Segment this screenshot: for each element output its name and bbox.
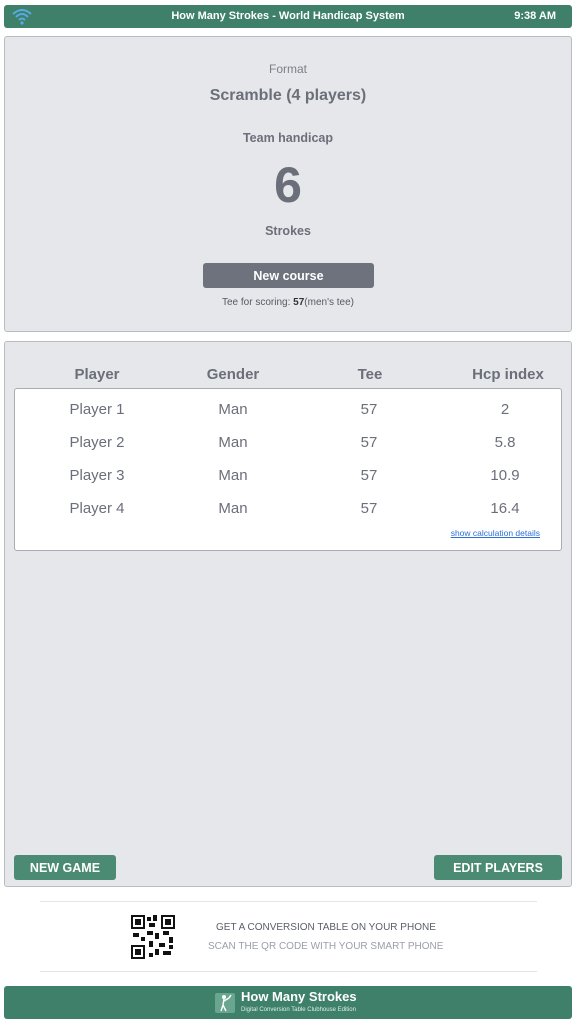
footer-bar: How Many Strokes Digital Conversion Tabl… <box>4 986 572 1019</box>
new-game-button[interactable]: NEW GAME <box>14 855 116 880</box>
strokes-label: Strokes <box>265 224 311 238</box>
show-calculation-details-link[interactable]: show calculation details <box>451 528 540 538</box>
table-row: Player 4 Man 57 16.4 <box>15 498 561 520</box>
footer-brand: How Many Strokes <box>241 989 357 1004</box>
player-name: Player 2 <box>69 434 125 451</box>
header-player: Player <box>74 366 120 383</box>
divider <box>40 971 537 972</box>
header-hcp-index: Hcp index <box>472 366 544 383</box>
player-gender: Man <box>218 434 248 451</box>
team-handicap-label: Team handicap <box>242 131 334 145</box>
promo-line-2: SCAN THE QR CODE WITH YOUR SMART PHONE <box>208 941 444 952</box>
table-row: Player 1 Man 57 2 <box>15 399 561 421</box>
player-name: Player 3 <box>69 467 125 484</box>
player-gender: Man <box>218 467 248 484</box>
handicap-summary-panel: Format Scramble (4 players) Team handica… <box>4 36 572 332</box>
tee-prefix: Tee for scoring: <box>222 297 291 308</box>
player-hcp: 2 <box>500 401 510 418</box>
team-handicap-value: 6 <box>274 157 302 213</box>
format-value: Scramble (4 players) <box>209 87 367 104</box>
promo-line-1: GET A CONVERSION TABLE ON YOUR PHONE <box>216 922 436 933</box>
player-gender: Man <box>218 401 248 418</box>
player-tee: 57 <box>360 500 378 517</box>
tee-suffix: (men's tee) <box>304 297 354 308</box>
clock: 9:38 AM <box>514 10 556 22</box>
header-gender: Gender <box>206 366 260 383</box>
format-label: Format <box>268 62 307 76</box>
golfer-logo-icon <box>215 993 235 1013</box>
player-tee: 57 <box>360 434 378 451</box>
new-course-button[interactable]: New course <box>203 263 374 288</box>
table-row: Player 3 Man 57 10.9 <box>15 465 561 487</box>
tee-for-scoring: Tee for scoring: 57(men's tee) <box>5 297 571 308</box>
table-row: Player 2 Man 57 5.8 <box>15 432 561 454</box>
status-bar: How Many Strokes - World Handicap System… <box>4 5 572 28</box>
qr-code-icon <box>131 915 175 959</box>
player-tee: 57 <box>360 467 378 484</box>
player-hcp: 10.9 <box>490 467 520 484</box>
players-table: Player 1 Man 57 2 Player 2 Man 57 5.8 Pl… <box>14 388 562 551</box>
footer-subtitle: Digital Conversion Table Clubhouse Editi… <box>241 1007 356 1013</box>
player-gender: Man <box>218 500 248 517</box>
player-name: Player 1 <box>69 401 125 418</box>
divider <box>40 901 537 902</box>
app-title: How Many Strokes - World Handicap System <box>171 10 405 22</box>
players-panel: Player Gender Tee Hcp index Player 1 Man… <box>4 341 572 887</box>
edit-players-button[interactable]: EDIT PLAYERS <box>434 855 562 880</box>
player-hcp: 16.4 <box>490 500 520 517</box>
player-tee: 57 <box>360 401 378 418</box>
promo-banner: GET A CONVERSION TABLE ON YOUR PHONE SCA… <box>0 898 577 976</box>
header-tee: Tee <box>357 366 383 383</box>
player-name: Player 4 <box>69 500 125 517</box>
tee-value: 57 <box>293 297 305 308</box>
player-hcp: 5.8 <box>494 434 516 451</box>
